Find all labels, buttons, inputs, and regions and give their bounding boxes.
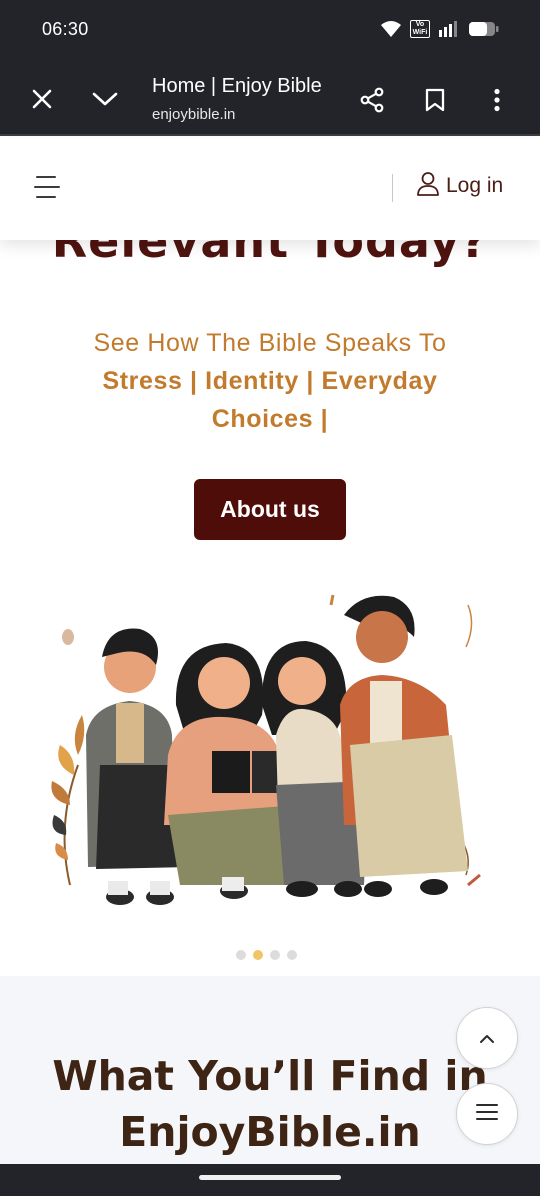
status-time: 06:30 xyxy=(42,19,89,39)
status-icons: Vo WiFi xyxy=(380,20,500,38)
browser-url: enjoybible.in xyxy=(152,106,236,123)
section-title-line-1: What You’ll Find in xyxy=(52,1052,488,1100)
signal-icon xyxy=(438,20,460,38)
vowifi-icon: Vo WiFi xyxy=(410,20,430,38)
user-icon xyxy=(416,171,440,201)
hero-subtitle-intro: See How The Bible Speaks To xyxy=(93,329,447,357)
close-icon[interactable] xyxy=(30,87,54,111)
hero-subtitle: See How The Bible Speaks To Stress | Ide… xyxy=(40,324,500,438)
section-title: What You’ll Find in EnjoyBible.in xyxy=(20,1048,520,1160)
features-section: What You’ll Find in EnjoyBible.in xyxy=(0,976,540,1166)
site-header: Log in xyxy=(0,138,540,240)
browser-page-title: Home | Enjoy Bible xyxy=(152,75,322,97)
floating-menu-button[interactable] xyxy=(456,1083,518,1145)
chevron-up-icon xyxy=(479,1029,495,1048)
hero-subtitle-topics-1: Stress | Identity | Everyday xyxy=(102,367,438,395)
person-4 xyxy=(340,595,468,897)
chevron-down-icon[interactable] xyxy=(92,87,118,111)
carousel-dot[interactable] xyxy=(236,950,246,960)
carousel-dots xyxy=(236,950,297,960)
home-gesture-pill[interactable] xyxy=(199,1175,341,1180)
browser-toolbar: Home | Enjoy Bible enjoybible.in xyxy=(0,60,540,136)
header-divider xyxy=(392,174,393,202)
system-navigation-bar xyxy=(0,1164,540,1196)
carousel-dot[interactable] xyxy=(287,950,297,960)
menu-icon[interactable] xyxy=(34,174,60,200)
hero-illustration xyxy=(48,585,492,925)
about-us-button[interactable]: About us xyxy=(194,479,346,540)
menu-icon xyxy=(476,1103,498,1125)
section-title-line-2: EnjoyBible.in xyxy=(119,1108,421,1156)
login-link[interactable]: Log in xyxy=(416,171,503,201)
battery-icon xyxy=(468,20,500,38)
more-vert-icon[interactable] xyxy=(490,87,504,113)
wifi-icon xyxy=(380,20,402,38)
bookmark-icon[interactable] xyxy=(423,87,447,113)
status-bar: 06:30 Vo WiFi xyxy=(0,0,540,60)
carousel-dot-active[interactable] xyxy=(253,950,263,960)
scroll-to-top-button[interactable] xyxy=(456,1007,518,1069)
share-icon[interactable] xyxy=(358,86,386,114)
hero-subtitle-topics-2: Choices | xyxy=(211,405,329,433)
carousel-dot[interactable] xyxy=(270,950,280,960)
login-label: Log in xyxy=(446,174,504,197)
